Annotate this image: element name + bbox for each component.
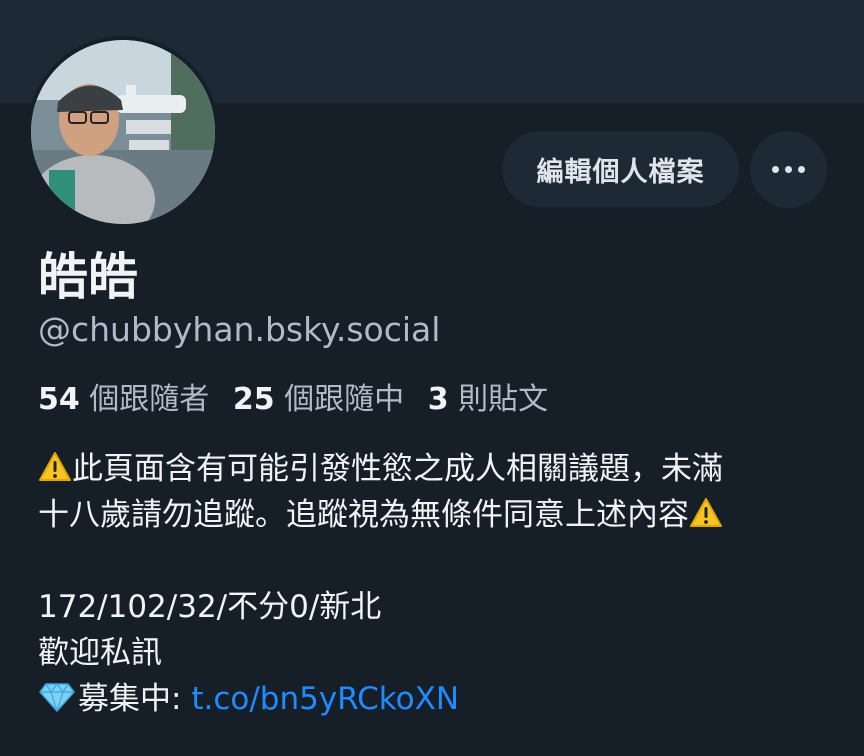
bio-recruit-label: 募集中:	[78, 681, 192, 717]
bio-warning-text-2: 十八歲請勿追蹤。追蹤視為無條件同意上述內容	[38, 497, 689, 533]
profile-handle: @chubbyhan.bsky.social	[38, 310, 441, 349]
bio-stats-line: 172/102/32/不分0/新北	[38, 589, 382, 625]
posts-stat: 3 則貼文	[428, 382, 548, 417]
warning-icon	[39, 452, 71, 481]
edit-profile-button[interactable]: 編輯個人檔案	[502, 131, 739, 207]
profile-stats: 54 個跟隨者 25 個跟隨中 3 則貼文	[38, 378, 548, 422]
ellipsis-icon	[772, 166, 805, 173]
posts-label: 則貼文	[458, 382, 549, 417]
bio-recruit-line: 募集中: t.co/bn5yRCkoXN	[38, 676, 838, 722]
more-options-button[interactable]	[750, 131, 827, 208]
bio-recruit-link[interactable]: t.co/bn5yRCkoXN	[191, 681, 459, 717]
profile-bio: 此頁面含有可能引發性慾之成人相關議題，未滿 十八歲請勿追蹤。追蹤視為無條件同意上…	[38, 446, 838, 722]
gem-icon	[39, 683, 75, 712]
bio-warning-line-2: 十八歲請勿追蹤。追蹤視為無條件同意上述內容	[38, 492, 838, 538]
bio-warning-line-1: 此頁面含有可能引發性慾之成人相關議題，未滿	[38, 446, 838, 492]
avatar[interactable]	[27, 36, 219, 228]
followers-count: 54	[38, 382, 80, 417]
following-label: 個跟隨中	[284, 382, 405, 417]
following-link[interactable]: 25 個跟隨中	[233, 382, 404, 417]
bio-dm-line: 歡迎私訊	[38, 635, 162, 671]
bio-spacer	[38, 538, 838, 584]
following-count: 25	[232, 382, 275, 417]
followers-link[interactable]: 54 個跟隨者	[38, 382, 209, 417]
avatar-photo	[31, 40, 215, 224]
display-name: 皓皓	[38, 248, 138, 306]
followers-label: 個跟隨者	[89, 382, 210, 417]
posts-count: 3	[427, 382, 449, 417]
warning-icon	[690, 498, 722, 527]
bio-warning-text-1: 此頁面含有可能引發性慾之成人相關議題，未滿	[72, 451, 723, 487]
